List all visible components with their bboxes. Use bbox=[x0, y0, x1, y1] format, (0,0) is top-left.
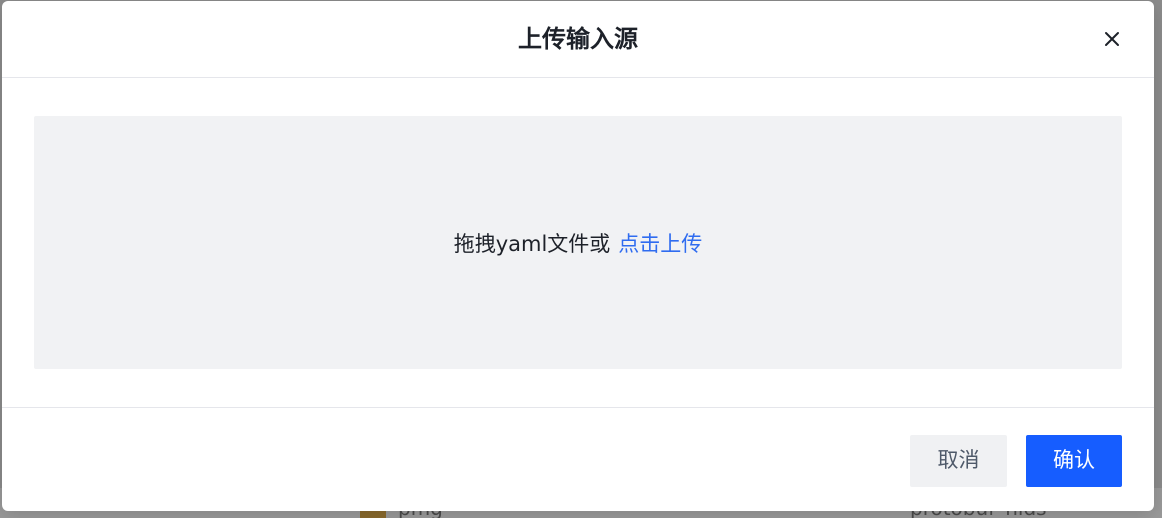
dialog-header: 上传输入源 bbox=[2, 1, 1154, 78]
close-button[interactable] bbox=[1102, 29, 1122, 49]
click-upload-link[interactable]: 点击上传 bbox=[618, 228, 702, 258]
dialog-footer: 取消 确认 bbox=[2, 407, 1154, 511]
confirm-button[interactable]: 确认 bbox=[1026, 435, 1122, 487]
cancel-button[interactable]: 取消 bbox=[910, 435, 1007, 487]
close-icon bbox=[1105, 32, 1119, 46]
file-dropzone[interactable]: 拖拽yaml文件或 点击上传 bbox=[34, 116, 1122, 369]
dialog-title: 上传输入源 bbox=[518, 25, 638, 53]
dialog-body: 拖拽yaml文件或 点击上传 bbox=[2, 79, 1154, 407]
upload-input-source-dialog: 上传输入源 拖拽yaml文件或 点击上传 取消 确认 bbox=[2, 1, 1154, 511]
dropzone-hint: 拖拽yaml文件或 bbox=[453, 231, 611, 256]
